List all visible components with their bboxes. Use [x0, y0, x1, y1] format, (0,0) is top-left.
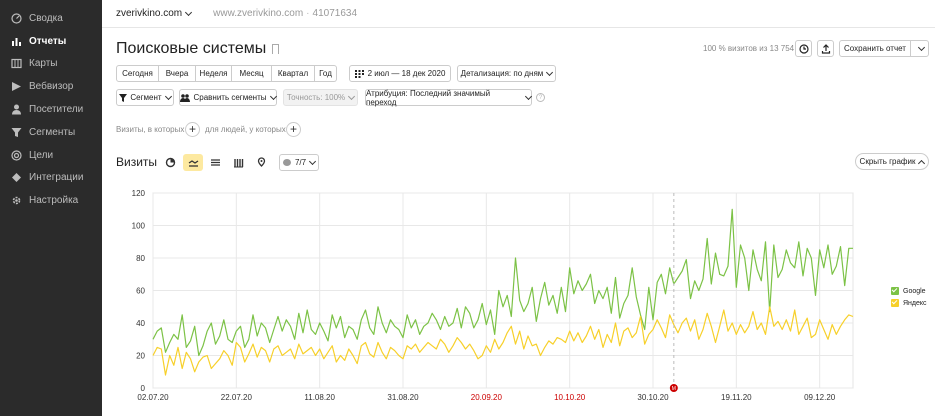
x-tick-label: 20.09.20: [471, 393, 503, 402]
x-tick-label: 30.10.20: [637, 393, 669, 402]
x-tick-label: 10.10.20: [554, 393, 586, 402]
y-tick-label: 20: [136, 352, 145, 361]
annotation-label: M: [672, 386, 676, 392]
legend-label: Google: [903, 287, 926, 295]
legend-item-yandex[interactable]: Яндекс: [891, 297, 927, 309]
y-tick-label: 60: [136, 287, 145, 296]
x-tick-label: 02.07.20: [137, 393, 169, 402]
y-tick-label: 100: [132, 222, 146, 231]
series-line-0: [152, 208, 853, 357]
x-tick-label: 31.08.20: [387, 393, 419, 402]
checkbox-icon: [891, 287, 899, 295]
legend-label: Яндекс: [903, 299, 927, 307]
chart-legend: Google Яндекс: [891, 285, 927, 309]
checkbox-icon: [891, 299, 899, 307]
x-tick-label: 22.07.20: [221, 393, 253, 402]
x-tick-label: 11.08.20: [304, 393, 335, 402]
y-tick-label: 120: [132, 189, 146, 198]
visits-line-chart: 0 20 40 60 80 100 120 02.07.20 22.07.20 11.08.20 3…: [132, 189, 854, 402]
legend-item-google[interactable]: Google: [891, 285, 927, 297]
y-tick-label: 40: [136, 319, 145, 328]
y-tick-label: 80: [136, 254, 145, 263]
x-tick-label: 09.12.20: [804, 393, 836, 402]
series-line-1: [152, 306, 854, 376]
x-tick-label: 19.11.20: [721, 393, 752, 402]
y-tick-label: 0: [141, 384, 146, 393]
